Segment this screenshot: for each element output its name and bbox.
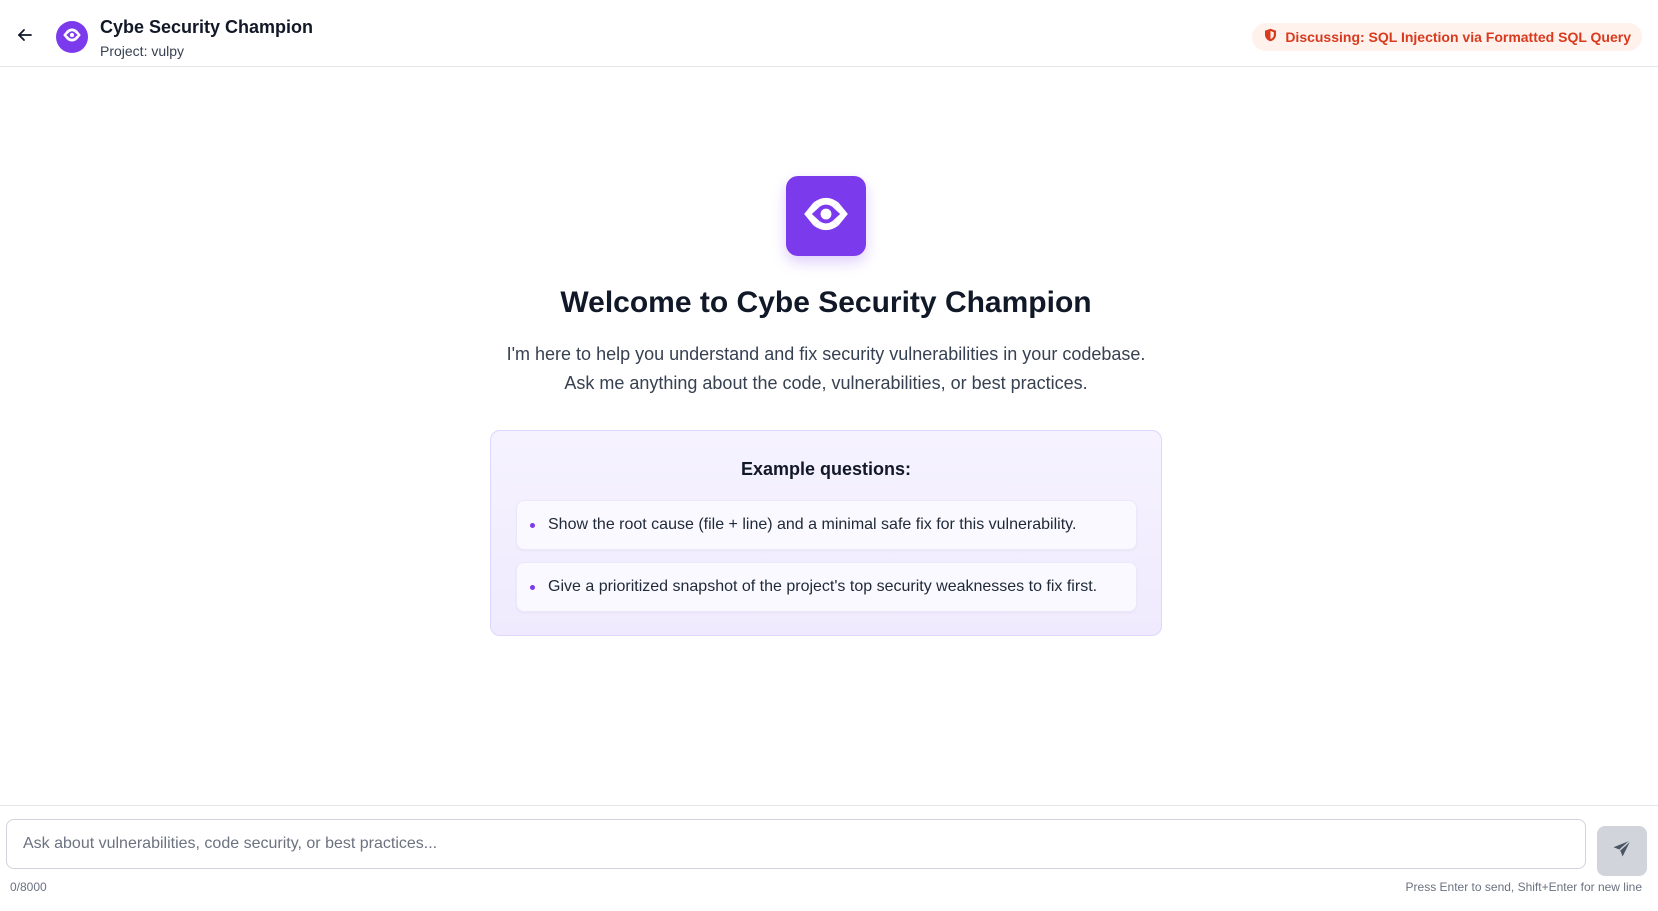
project-name: Project: vulpy [100,43,185,59]
top-bar: Cybe Security Champion Project: vulpy Di… [0,0,1658,67]
example-question-text: Give a prioritized snapshot of the proje… [548,578,1098,595]
arrow-left-icon [17,27,33,48]
shield-icon [1264,28,1277,47]
bullet-icon [530,584,535,590]
character-count: 0/8000 [10,880,47,894]
welcome-description: I'm here to help you understand and fix … [0,340,1652,398]
message-input[interactable] [7,820,1585,868]
message-composer: 0/8000 Press Enter to send, Shift+Enter … [0,805,1658,911]
welcome-description-line: Ask me anything about the code, vulnerab… [564,373,1088,393]
hero-logo [786,176,866,256]
welcome-title: Welcome to Cybe Security Champion [560,286,1092,319]
example-questions-card: Example questions: Show the root cause (… [490,430,1162,636]
context-badge: Discussing: SQL Injection via Formatted … [1252,23,1642,51]
assistant-avatar [56,21,88,53]
keyboard-hint: Press Enter to send, Shift+Enter for new… [1405,880,1642,894]
app-title: Cybe Security Champion [100,17,314,37]
example-question[interactable]: Show the root cause (file + line) and a … [516,500,1137,550]
welcome-description-line: I'm here to help you understand and fix … [506,344,1146,364]
context-badge-label: Discussing: SQL Injection via Formatted … [1285,29,1631,45]
bullet-icon [530,522,535,528]
eye-logo-icon [62,25,82,50]
message-input-wrapper [6,819,1586,869]
back-button[interactable] [12,24,38,50]
example-question[interactable]: Give a prioritized snapshot of the proje… [516,562,1137,612]
paper-plane-icon [1612,839,1632,864]
send-button[interactable] [1597,826,1647,876]
example-question-text: Show the root cause (file + line) and a … [548,516,1077,533]
example-questions-title: Example questions: [740,459,912,479]
chat-app: Cybe Security Champion Project: vulpy Di… [0,0,1658,911]
eye-logo-icon [801,189,851,244]
